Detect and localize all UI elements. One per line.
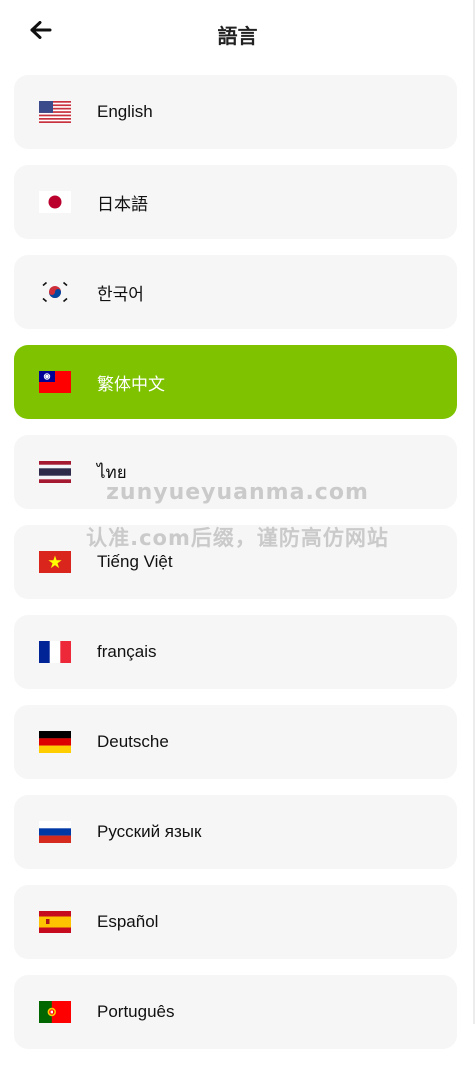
language-label: 日本語	[97, 194, 148, 214]
language-label: Português	[97, 1002, 175, 1021]
language-label: 한국어	[97, 284, 144, 304]
language-item-german[interactable]: Deutsche	[14, 705, 457, 779]
language-label: Tiếng Việt	[97, 552, 173, 571]
th-flag-icon	[39, 461, 71, 483]
ru-flag-icon	[39, 821, 71, 843]
language-item-traditional-chinese[interactable]: 繁体中文	[14, 345, 457, 419]
language-item-portuguese[interactable]: Português	[14, 975, 457, 1049]
language-list: English 日本語 한국어 繁体中文 ไทย Tiếng Việt fran…	[14, 75, 457, 1065]
tw-flag-icon	[39, 371, 71, 393]
fr-flag-icon	[39, 641, 71, 663]
language-label: Deutsche	[97, 732, 169, 751]
language-item-russian[interactable]: Русский язык	[14, 795, 457, 869]
language-item-french[interactable]: français	[14, 615, 457, 689]
language-item-english[interactable]: English	[14, 75, 457, 149]
language-label: ไทย	[97, 462, 127, 482]
language-label: Русский язык	[97, 822, 202, 841]
kr-flag-icon	[39, 281, 71, 303]
language-item-thai[interactable]: ไทย	[14, 435, 457, 509]
language-label: 繁体中文	[97, 374, 165, 394]
us-flag-icon	[39, 101, 71, 123]
de-flag-icon	[39, 731, 71, 753]
header-bar: 語言	[0, 0, 475, 64]
es-flag-icon	[39, 911, 71, 933]
language-label: Español	[97, 912, 159, 931]
language-label: English	[97, 102, 153, 121]
page-title: 語言	[217, 26, 258, 48]
language-item-spanish[interactable]: Español	[14, 885, 457, 959]
language-label: français	[97, 642, 157, 661]
jp-flag-icon	[39, 191, 71, 213]
pt-flag-icon	[39, 1001, 71, 1023]
language-item-vietnamese[interactable]: Tiếng Việt	[14, 525, 457, 599]
vn-flag-icon	[39, 551, 71, 573]
language-item-korean[interactable]: 한국어	[14, 255, 457, 329]
language-item-japanese[interactable]: 日本語	[14, 165, 457, 239]
